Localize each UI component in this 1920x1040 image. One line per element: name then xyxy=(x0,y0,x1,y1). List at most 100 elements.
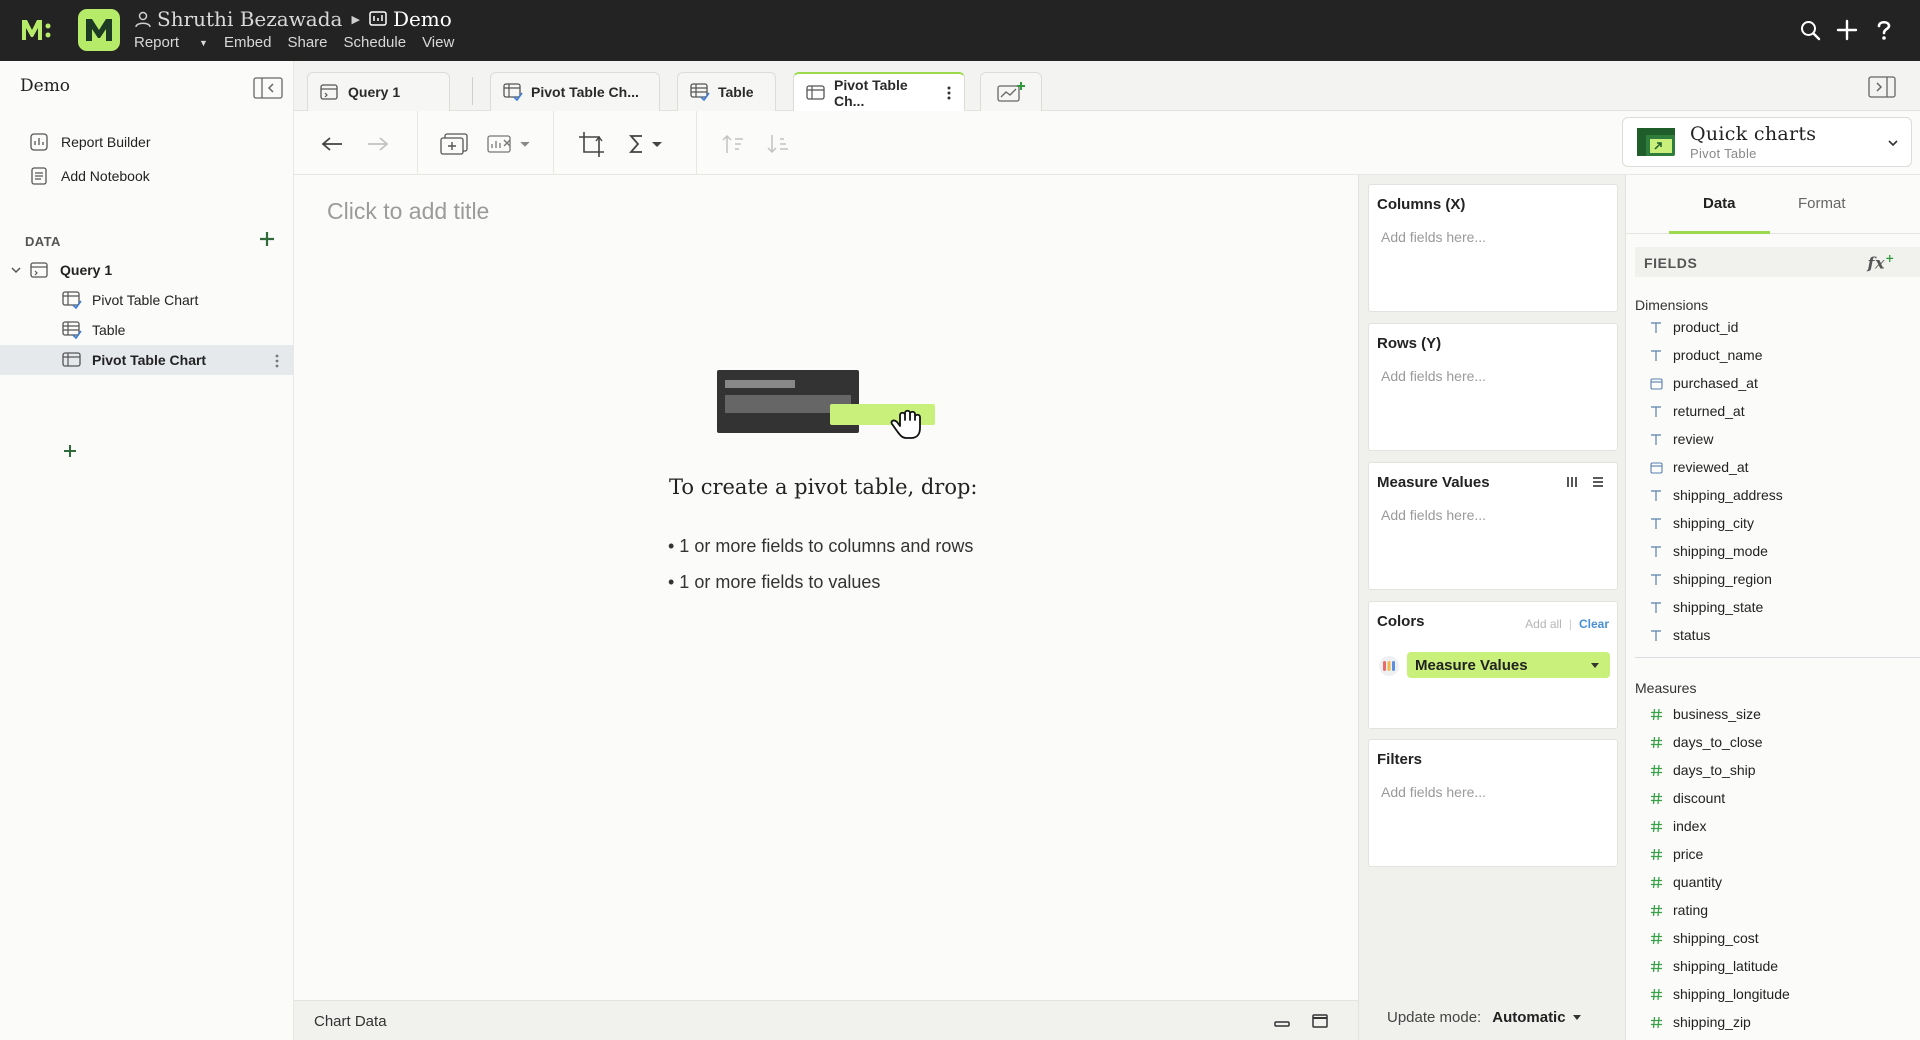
measure-field[interactable]: business_size xyxy=(1649,706,1761,722)
kebab-menu-icon[interactable] xyxy=(274,353,280,369)
redo-icon[interactable] xyxy=(366,131,390,157)
rows-shelf[interactable]: Rows (Y) Add fields here... xyxy=(1368,323,1618,451)
tree-item-table[interactable]: Table xyxy=(0,315,294,345)
maximize-icon[interactable] xyxy=(1312,1014,1328,1028)
dimension-field[interactable]: shipping_city xyxy=(1649,515,1754,531)
dimension-field[interactable]: returned_at xyxy=(1649,403,1745,419)
search-icon[interactable] xyxy=(1796,16,1824,44)
measure-field[interactable]: discount xyxy=(1649,790,1725,806)
add-calculation-icon[interactable] xyxy=(439,131,469,157)
brand-logo-icon[interactable] xyxy=(20,16,56,44)
measure-field[interactable]: shipping_latitude xyxy=(1649,958,1778,974)
dimension-field[interactable]: shipping_mode xyxy=(1649,543,1768,559)
dimension-field[interactable]: shipping_region xyxy=(1649,571,1772,587)
menu-share[interactable]: Share xyxy=(287,34,327,51)
tab-pivot-table-chart-1[interactable]: Pivot Table Ch... xyxy=(490,72,660,111)
measure-field[interactable]: shipping_longitude xyxy=(1649,986,1790,1002)
tree-item-pivot-table-chart-selected[interactable]: Pivot Table Chart xyxy=(0,345,294,375)
breadcrumb-user[interactable]: Shruthi Bezawada xyxy=(134,7,342,31)
measure-field[interactable]: quantity xyxy=(1649,874,1722,890)
color-field-pill[interactable]: Measure Values xyxy=(1407,652,1610,678)
columns-shelf[interactable]: Columns (X) Add fields here... xyxy=(1368,184,1618,312)
tab-data[interactable]: Data xyxy=(1703,195,1736,212)
number-type-icon xyxy=(1649,1016,1663,1029)
sort-descending-icon[interactable] xyxy=(767,131,791,157)
help-icon[interactable] xyxy=(1870,16,1898,44)
number-type-icon xyxy=(1649,708,1663,721)
measure-field[interactable]: days_to_ship xyxy=(1649,762,1756,778)
dimension-field[interactable]: reviewed_at xyxy=(1649,459,1749,475)
measure-field[interactable]: rating xyxy=(1649,902,1708,918)
measure-values-drop-zone[interactable]: Add fields here... xyxy=(1381,507,1486,523)
dimension-field[interactable]: shipping_state xyxy=(1649,599,1763,615)
menu-report[interactable]: Report ▼ xyxy=(134,34,208,51)
clear-button[interactable]: Clear xyxy=(1579,617,1609,631)
formula-icon-label: fx xyxy=(1867,253,1886,273)
toggle-right-panel-icon[interactable] xyxy=(1868,76,1896,98)
measure-field[interactable]: shipping_zip xyxy=(1649,1014,1751,1030)
app-icon[interactable] xyxy=(78,9,120,51)
columns-drop-zone[interactable]: Add fields here... xyxy=(1381,229,1486,245)
chart-canvas[interactable]: Click to add title To create a pivot tab… xyxy=(294,175,1358,1000)
swap-axes-icon[interactable] xyxy=(577,131,605,157)
tab-format[interactable]: Format xyxy=(1798,195,1846,212)
menu-embed[interactable]: Embed xyxy=(224,34,272,51)
dimension-field[interactable]: purchased_at xyxy=(1649,375,1758,391)
measure-field[interactable]: days_to_close xyxy=(1649,734,1763,750)
dimension-field[interactable]: review xyxy=(1649,431,1713,447)
add-data-icon[interactable] xyxy=(258,230,276,248)
dimension-field[interactable]: shipping_address xyxy=(1649,487,1783,503)
filters-shelf[interactable]: Filters Add fields here... xyxy=(1368,739,1618,867)
add-all-button[interactable]: Add all xyxy=(1525,617,1562,631)
kebab-menu-icon[interactable] xyxy=(946,85,952,101)
chart-title-placeholder[interactable]: Click to add title xyxy=(327,198,489,225)
dimension-field[interactable]: product_name xyxy=(1649,347,1763,363)
menu-view[interactable]: View xyxy=(422,34,454,51)
text-type-icon xyxy=(1649,433,1663,446)
chart-remove-icon[interactable] xyxy=(487,131,531,157)
minimize-icon[interactable] xyxy=(1274,1014,1290,1028)
text-type-icon xyxy=(1649,545,1663,558)
sort-ascending-icon[interactable] xyxy=(722,131,746,157)
formula-icon[interactable]: fx+ xyxy=(1868,252,1895,272)
measure-field[interactable]: shipping_cost xyxy=(1649,930,1759,946)
add-element-icon[interactable] xyxy=(62,443,78,459)
tab-table[interactable]: Table xyxy=(677,72,776,111)
measure-field[interactable]: price xyxy=(1649,846,1703,862)
number-type-icon xyxy=(1649,792,1663,805)
sum-aggregate-icon[interactable] xyxy=(628,131,668,157)
toolbar-divider xyxy=(417,111,418,175)
undo-icon[interactable] xyxy=(320,131,344,157)
add-icon[interactable] xyxy=(1833,16,1861,44)
sidebar-link-label: Report Builder xyxy=(61,134,151,150)
collapse-sidebar-icon[interactable] xyxy=(253,77,283,99)
caret-down-icon[interactable] xyxy=(1572,1014,1582,1021)
sidebar-link-report-builder[interactable]: Report Builder xyxy=(30,133,151,151)
pivot-table-icon xyxy=(806,85,826,101)
filters-drop-zone[interactable]: Add fields here... xyxy=(1381,784,1486,800)
update-mode-select[interactable]: Automatic xyxy=(1492,1009,1565,1026)
tab-pivot-table-chart-active[interactable]: Pivot Table Ch... xyxy=(793,72,965,112)
layout-columns-icon[interactable] xyxy=(1565,475,1579,489)
tab-query-1[interactable]: Query 1 xyxy=(307,72,450,111)
breadcrumb-workbook[interactable]: Demo xyxy=(369,7,452,31)
tree-item-pivot-table-chart[interactable]: Pivot Table Chart xyxy=(0,285,294,315)
menu-schedule[interactable]: Schedule xyxy=(344,34,407,51)
sidebar-link-add-notebook[interactable]: Add Notebook xyxy=(30,167,150,185)
rows-drop-zone[interactable]: Add fields here... xyxy=(1381,368,1486,384)
measure-field[interactable]: index xyxy=(1649,818,1706,834)
measure-field-label: days_to_ship xyxy=(1673,762,1756,778)
color-palette-icon[interactable] xyxy=(1379,656,1399,676)
tree-query[interactable]: Query 1 xyxy=(0,255,294,285)
caret-down-icon[interactable] xyxy=(1590,662,1600,669)
chevron-down-icon[interactable] xyxy=(10,264,24,276)
measure-values-shelf[interactable]: Measure Values Add fields here... xyxy=(1368,462,1618,590)
new-chart-tab-button[interactable] xyxy=(980,72,1042,111)
dimension-field[interactable]: product_id xyxy=(1649,319,1738,335)
colors-shelf[interactable]: Colors Add all | Clear Measure Values xyxy=(1368,601,1618,729)
quick-charts-selector[interactable]: Quick charts Pivot Table xyxy=(1622,117,1912,167)
chart-data-bar[interactable]: Chart Data xyxy=(294,1000,1358,1040)
tree-item-label: Table xyxy=(92,322,126,338)
layout-rows-icon[interactable] xyxy=(1591,475,1605,489)
dimension-field[interactable]: status xyxy=(1649,627,1710,643)
